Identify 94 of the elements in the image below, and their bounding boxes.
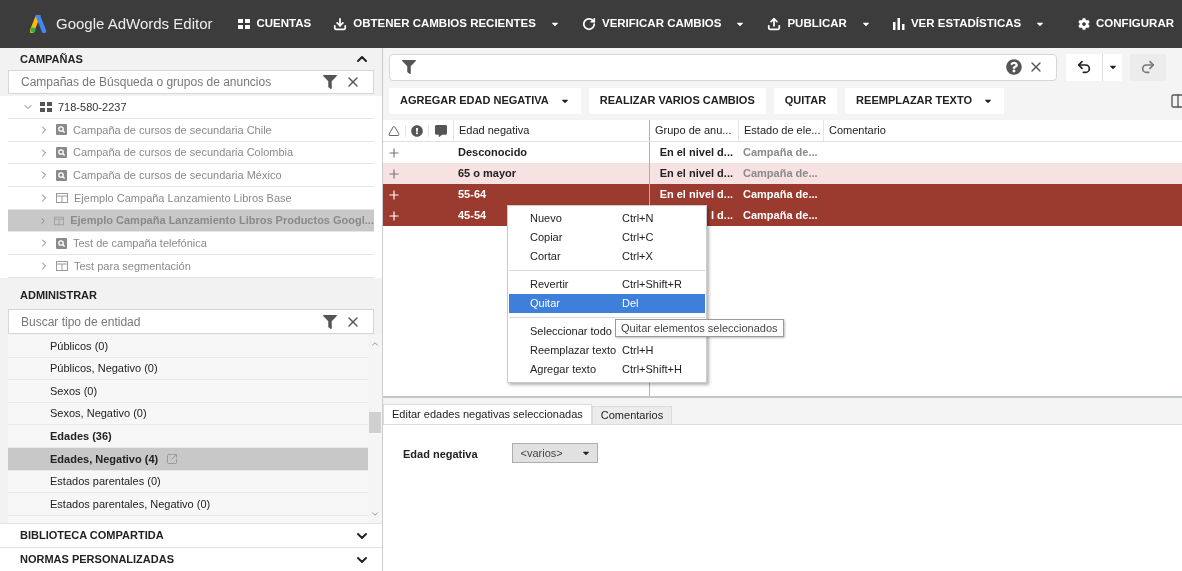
section-title: ADMINISTRAR	[20, 288, 97, 304]
nav-button[interactable]: CUENTAS	[238, 15, 312, 33]
add-icon[interactable]	[387, 187, 401, 202]
nav-button[interactable]: PUBLICAR	[767, 15, 871, 33]
toolbar-button[interactable]: AGREGAR EDAD NEGATIVA	[389, 87, 581, 114]
entity-type-item[interactable]: Estados parentales (0)	[8, 470, 368, 494]
table-row[interactable]: 65 o mayor En el nivel d... Campaña de...	[383, 163, 1182, 184]
search-field[interactable]: Buscar tipo de entidad	[21, 312, 323, 331]
warning-icon	[411, 124, 423, 137]
column-header[interactable]: Grupo de anu...	[649, 120, 738, 141]
table-cell-text: Desconocido	[458, 145, 528, 161]
section-title: BIBLIOTECA COMPARTIDA	[20, 528, 164, 544]
filter-field[interactable]	[389, 53, 1057, 81]
grid-icon	[40, 102, 52, 113]
table-cell-text: 45-54	[458, 208, 487, 224]
table-cell-text: Campaña de...	[742, 208, 819, 224]
entity-type-item[interactable]: Edades (36)	[8, 425, 368, 448]
table-row[interactable]: 55-64 En el nivel d... Campaña de...	[383, 184, 1182, 205]
help-icon[interactable]	[1006, 59, 1022, 75]
filter-icon	[402, 60, 416, 74]
settings-button[interactable]: CONFIGURAR	[1078, 15, 1174, 33]
campaign-tree-item[interactable]: Campaña de cursos de secundaria México	[8, 164, 374, 188]
entity-type-item[interactable]: Estados parentales, Negativo (0)	[8, 493, 368, 516]
campaign-tree-item[interactable]: Test para segmentación	[8, 255, 374, 278]
menu-item[interactable]: Quitar Del	[509, 294, 705, 313]
column-header[interactable]: Estado de ele...	[738, 120, 823, 141]
entity-type-item[interactable]: Sexos (0)	[8, 380, 368, 403]
undo-dropdown[interactable]	[1102, 53, 1122, 81]
tooltip: Quitar elementos seleccionados	[615, 319, 784, 337]
toolbar-button[interactable]: QUITAR	[773, 87, 838, 114]
search-campaign-icon	[56, 124, 67, 136]
section-title: CAMPAÑAS	[20, 51, 83, 67]
campaign-tree-item[interactable]: Campaña de cursos de secundaria Chile	[8, 119, 374, 142]
campaign-tree-item[interactable]: Campaña de cursos de secundaria Colombia	[8, 141, 374, 165]
add-icon[interactable]	[387, 166, 401, 181]
comment-icon	[435, 124, 447, 137]
redo-button[interactable]	[1130, 53, 1166, 81]
download-icon	[333, 17, 348, 31]
display-campaign-icon	[56, 192, 68, 203]
entity-type-item[interactable]: Edades, Negativo (4)	[8, 447, 368, 471]
menu-item[interactable]: Copiar Ctrl+C	[509, 228, 705, 247]
refresh-icon	[581, 17, 596, 31]
undo-button[interactable]	[1066, 53, 1102, 81]
entity-type-item[interactable]: Públicos (0)	[8, 335, 368, 358]
menu-item[interactable]: Revertir Ctrl+Shift+R	[509, 275, 705, 294]
age-dropdown[interactable]: <varios>	[511, 443, 598, 463]
entity-type-item[interactable]: Sexos, Negativo (0)	[8, 402, 368, 426]
table-cell-text: 65 o mayor	[458, 166, 517, 182]
campaign-tree-item[interactable]: 718-580-2237	[8, 96, 374, 119]
bar-chart-icon	[892, 18, 905, 30]
redo-icon	[1140, 59, 1156, 75]
campaign-tree-item[interactable]: Test de campaña telefónica	[8, 232, 374, 256]
scroll-up-icon[interactable]	[370, 339, 380, 349]
display-campaign-icon	[56, 260, 68, 271]
toolbar-button[interactable]: REEMPLAZAR TEXTO	[845, 87, 1005, 114]
table-cell-text: Campaña de...	[742, 166, 819, 182]
app-title: Google AdWords Editor	[56, 13, 213, 34]
table-cell-text: Campaña de...	[742, 145, 819, 161]
table-cell-text: Campaña de...	[742, 187, 819, 203]
column-header[interactable]: Edad negativa	[453, 120, 649, 141]
entity-type-item[interactable]: Públicos, Negativo (0)	[8, 357, 368, 381]
add-icon[interactable]	[387, 208, 401, 223]
search-bar[interactable]: Campañas de Búsqueda o grupos de anuncios	[8, 69, 374, 95]
sort-icon[interactable]	[388, 124, 400, 137]
table-cell-text: 55-64	[458, 187, 487, 203]
menu-item[interactable]: Reemplazar texto Ctrl+H	[509, 341, 705, 360]
search-bar[interactable]: Buscar tipo de entidad	[8, 309, 374, 334]
search-campaign-icon	[56, 237, 67, 249]
add-icon[interactable]	[387, 145, 401, 160]
campaign-tree-item[interactable]: Ejemplo Campaña Lanzamiento Libros Base	[8, 187, 374, 210]
grid-icon	[238, 19, 251, 29]
filter-icon[interactable]	[323, 74, 337, 89]
tab[interactable]: Editar edades negativas seleccionadas	[383, 404, 592, 424]
field-label: Edad negativa	[403, 447, 478, 462]
menu-item[interactable]: Cortar Ctrl+X	[509, 247, 705, 266]
upload-icon	[767, 17, 782, 31]
nav-button[interactable]: OBTENER CAMBIOS RECIENTES	[333, 15, 560, 33]
tab[interactable]: Comentarios	[591, 406, 673, 424]
search-campaign-icon	[56, 169, 67, 181]
menu-item[interactable]: Agregar texto Ctrl+Shift+H	[509, 360, 705, 379]
nav-button[interactable]: VERIFICAR CAMBIOS	[581, 15, 746, 33]
search-campaign-icon	[56, 147, 67, 158]
scroll-down-icon[interactable]	[370, 509, 380, 519]
undo-icon	[1076, 59, 1092, 75]
search-field[interactable]: Campañas de Búsqueda o grupos de anuncios	[21, 72, 323, 91]
column-header[interactable]: Comentario	[823, 120, 1182, 141]
settings-icon	[1078, 18, 1091, 30]
section-title: NORMAS PERSONALIZADAS	[20, 552, 174, 568]
toolbar-button[interactable]: REALIZAR VARIOS CAMBIOS	[588, 87, 766, 114]
scroll-thumb[interactable]	[369, 412, 381, 433]
nav-button[interactable]: VER ESTADÍSTICAS	[892, 15, 1046, 33]
filter-icon[interactable]	[323, 314, 337, 329]
columns-icon[interactable]	[1170, 92, 1182, 109]
display-campaign-icon	[54, 215, 65, 226]
